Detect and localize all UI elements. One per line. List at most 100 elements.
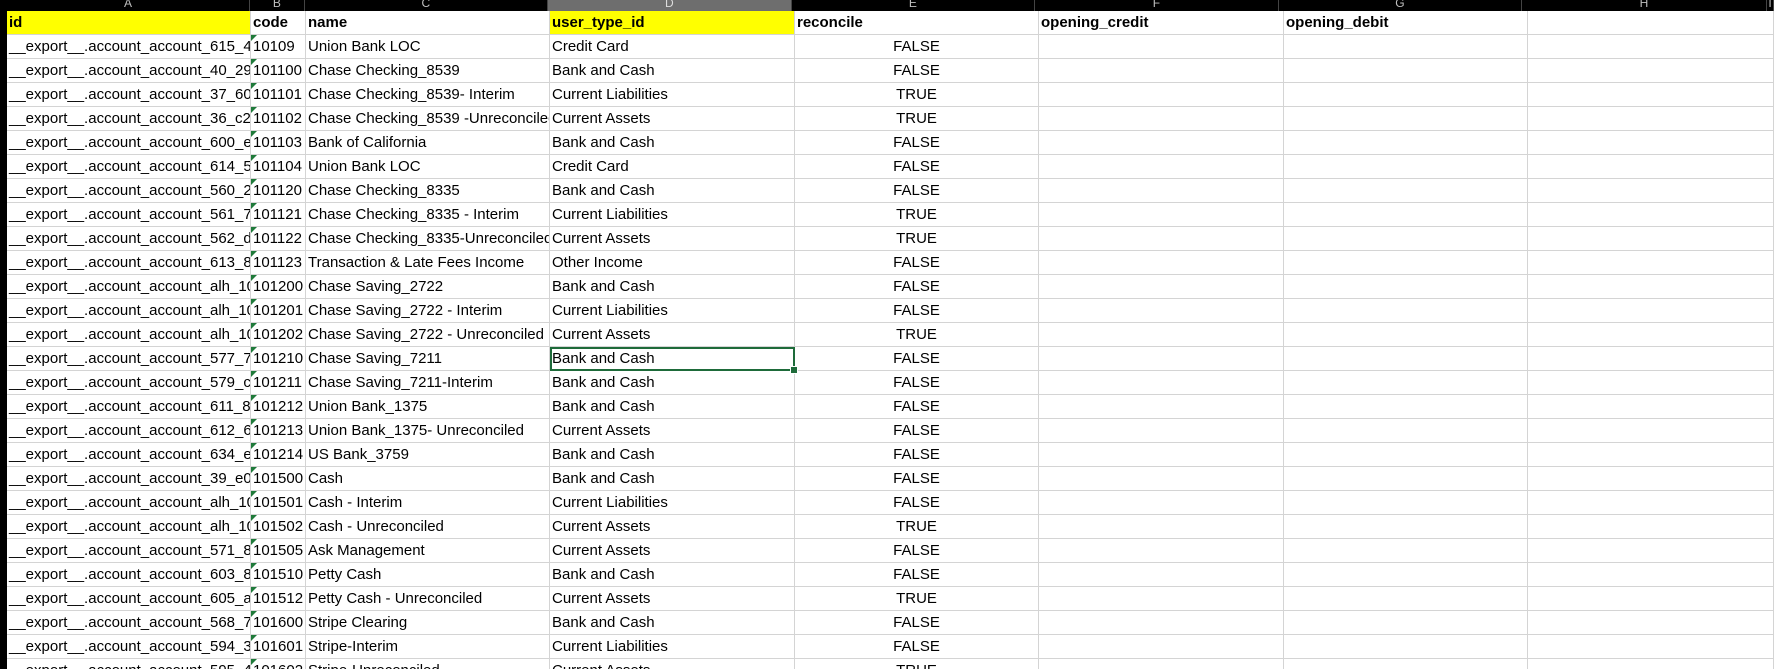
opening-debit-cell[interactable] xyxy=(1284,539,1528,563)
empty-cell[interactable] xyxy=(1528,83,1774,107)
id-cell[interactable]: __export__.account_account_615_4c xyxy=(7,35,251,59)
id-cell[interactable]: __export__.account_account_571_8 xyxy=(7,539,251,563)
empty-cell[interactable] xyxy=(1528,227,1774,251)
name-cell[interactable]: Chase Checking_8539 -Unreconciled xyxy=(306,107,550,131)
user-type-cell[interactable]: Bank and Cash xyxy=(550,131,795,155)
opening-credit-cell[interactable] xyxy=(1039,395,1284,419)
opening-credit-cell[interactable] xyxy=(1039,83,1284,107)
code-cell[interactable]: 101212 xyxy=(251,395,306,419)
header-cell-user-type-id[interactable]: user_type_id xyxy=(550,11,795,35)
name-cell[interactable]: Union Bank LOC xyxy=(306,35,550,59)
id-cell[interactable]: __export__.account_account_562_d xyxy=(7,227,251,251)
select-all-corner[interactable] xyxy=(0,0,7,11)
reconcile-cell[interactable]: FALSE xyxy=(795,35,1039,59)
header-cell-id[interactable]: id xyxy=(7,11,251,35)
id-cell[interactable]: __export__.account_account_39_e0 xyxy=(7,467,251,491)
reconcile-cell[interactable]: FALSE xyxy=(795,131,1039,155)
opening-credit-cell[interactable] xyxy=(1039,323,1284,347)
opening-debit-cell[interactable] xyxy=(1284,251,1528,275)
empty-cell[interactable] xyxy=(1528,299,1774,323)
reconcile-cell[interactable]: TRUE xyxy=(795,323,1039,347)
header-cell-opening-debit[interactable]: opening_debit xyxy=(1284,11,1528,35)
opening-credit-cell[interactable] xyxy=(1039,155,1284,179)
column-header-c[interactable]: C xyxy=(305,0,548,11)
fill-handle[interactable] xyxy=(790,366,798,374)
opening-credit-cell[interactable] xyxy=(1039,635,1284,659)
code-cell[interactable]: 101120 xyxy=(251,179,306,203)
empty-cell[interactable] xyxy=(1528,179,1774,203)
column-header-h[interactable]: H xyxy=(1522,0,1768,11)
reconcile-cell[interactable]: FALSE xyxy=(795,347,1039,371)
user-type-cell[interactable]: Bank and Cash xyxy=(550,179,795,203)
id-cell[interactable]: __export__.account_account_561_7 xyxy=(7,203,251,227)
opening-credit-cell[interactable] xyxy=(1039,59,1284,83)
user-type-cell[interactable]: Credit Card xyxy=(550,155,795,179)
empty-cell[interactable] xyxy=(1528,347,1774,371)
empty-cell[interactable] xyxy=(1528,59,1774,83)
empty-cell[interactable] xyxy=(1528,107,1774,131)
name-cell[interactable]: Petty Cash xyxy=(306,563,550,587)
code-cell[interactable]: 101502 xyxy=(251,515,306,539)
opening-debit-cell[interactable] xyxy=(1284,635,1528,659)
column-header-b[interactable]: B xyxy=(250,0,305,11)
empty-cell[interactable] xyxy=(1528,203,1774,227)
user-type-cell[interactable]: Current Assets xyxy=(550,539,795,563)
opening-debit-cell[interactable] xyxy=(1284,419,1528,443)
opening-debit-cell[interactable] xyxy=(1284,203,1528,227)
code-cell[interactable]: 101211 xyxy=(251,371,306,395)
opening-debit-cell[interactable] xyxy=(1284,395,1528,419)
user-type-cell[interactable]: Bank and Cash xyxy=(550,395,795,419)
reconcile-cell[interactable]: FALSE xyxy=(795,443,1039,467)
opening-credit-cell[interactable] xyxy=(1039,659,1284,669)
id-cell[interactable]: __export__.account_account_alh_10 xyxy=(7,323,251,347)
name-cell[interactable]: Union Bank_1375 xyxy=(306,395,550,419)
code-cell[interactable]: 101103 xyxy=(251,131,306,155)
name-cell[interactable]: Chase Checking_8335 - Interim xyxy=(306,203,550,227)
opening-credit-cell[interactable] xyxy=(1039,539,1284,563)
code-cell[interactable]: 101104 xyxy=(251,155,306,179)
code-cell[interactable]: 101601 xyxy=(251,635,306,659)
opening-debit-cell[interactable] xyxy=(1284,179,1528,203)
opening-credit-cell[interactable] xyxy=(1039,179,1284,203)
code-cell[interactable]: 101100 xyxy=(251,59,306,83)
opening-debit-cell[interactable] xyxy=(1284,35,1528,59)
name-cell[interactable]: Chase Saving_7211-Interim xyxy=(306,371,550,395)
empty-cell[interactable] xyxy=(1528,515,1774,539)
code-cell[interactable]: 101201 xyxy=(251,299,306,323)
id-cell[interactable]: __export__.account_account_603_8 xyxy=(7,563,251,587)
id-cell[interactable]: __export__.account_account_614_5 xyxy=(7,155,251,179)
opening-debit-cell[interactable] xyxy=(1284,515,1528,539)
reconcile-cell[interactable]: FALSE xyxy=(795,467,1039,491)
column-header-g[interactable]: G xyxy=(1279,0,1522,11)
user-type-cell[interactable]: Bank and Cash xyxy=(550,347,795,371)
empty-cell[interactable] xyxy=(1528,539,1774,563)
name-cell[interactable]: Stripe-Interim xyxy=(306,635,550,659)
opening-credit-cell[interactable] xyxy=(1039,299,1284,323)
id-cell[interactable]: __export__.account_account_40_29c xyxy=(7,59,251,83)
reconcile-cell[interactable]: FALSE xyxy=(795,611,1039,635)
empty-cell[interactable] xyxy=(1528,131,1774,155)
opening-debit-cell[interactable] xyxy=(1284,59,1528,83)
empty-cell[interactable] xyxy=(1528,395,1774,419)
name-cell[interactable]: Cash - Interim xyxy=(306,491,550,515)
code-cell[interactable]: 101510 xyxy=(251,563,306,587)
user-type-cell[interactable]: Current Liabilities xyxy=(550,635,795,659)
id-cell[interactable]: __export__.account_account_612_6 xyxy=(7,419,251,443)
id-cell[interactable]: __export__.account_account_595_4 xyxy=(7,659,251,669)
code-cell[interactable]: 101602 xyxy=(251,659,306,669)
opening-credit-cell[interactable] xyxy=(1039,611,1284,635)
opening-credit-cell[interactable] xyxy=(1039,275,1284,299)
id-cell[interactable]: __export__.account_account_577_7 xyxy=(7,347,251,371)
header-cell-name[interactable]: name xyxy=(306,11,550,35)
column-header-i[interactable]: I xyxy=(1767,0,1774,11)
user-type-cell[interactable]: Current Liabilities xyxy=(550,299,795,323)
name-cell[interactable]: Cash - Unreconciled xyxy=(306,515,550,539)
user-type-cell[interactable]: Other Income xyxy=(550,251,795,275)
empty-cell[interactable] xyxy=(1528,35,1774,59)
id-cell[interactable]: __export__.account_account_alh_10 xyxy=(7,275,251,299)
reconcile-cell[interactable]: FALSE xyxy=(795,539,1039,563)
header-cell-opening-credit[interactable]: opening_credit xyxy=(1039,11,1284,35)
name-cell[interactable]: Transaction & Late Fees Income xyxy=(306,251,550,275)
id-cell[interactable]: __export__.account_account_605_a xyxy=(7,587,251,611)
name-cell[interactable]: Petty Cash - Unreconciled xyxy=(306,587,550,611)
